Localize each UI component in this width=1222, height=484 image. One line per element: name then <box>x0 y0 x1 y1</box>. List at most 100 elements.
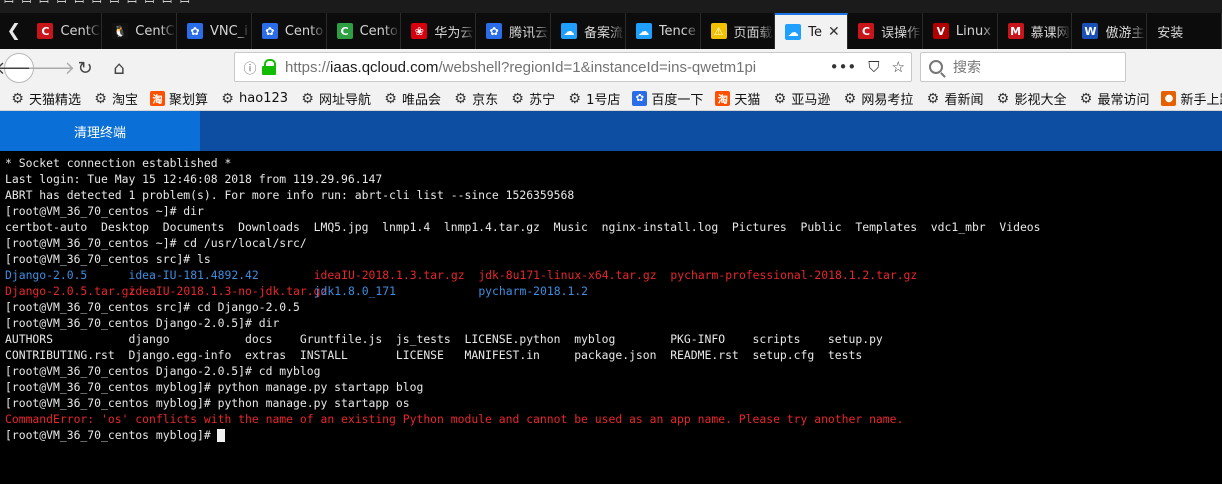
bookmark-item[interactable]: 淘聚划算 <box>150 89 208 108</box>
gear-icon: ⚙ <box>926 90 940 107</box>
bookmark-label: 天猫精选 <box>29 93 82 108</box>
page-actions-icon[interactable]: ••• <box>830 58 857 76</box>
terminal-text: certbot-auto Desktop Documents Downloads… <box>5 220 1041 234</box>
bookmark-item[interactable]: ⚙ 网易考拉 <box>842 89 914 109</box>
browser-tab[interactable]: C 误操作 <box>848 13 923 49</box>
firefox-icon: ● <box>1161 91 1177 106</box>
terminal-line: CONTRIBUTING.rst Django.egg-info extras … <box>5 347 1222 363</box>
tab-title: 页面载 <box>733 25 773 41</box>
terminal-text: ideaIU-2018.1.3-no-jdk.tar.gz <box>128 284 328 298</box>
bookmark-item[interactable]: ✿ 百度一下 <box>632 89 703 108</box>
gear-icon: ⚙ <box>996 90 1010 107</box>
terminal-line: [root@VM_36_70_centos src]# ls <box>5 251 1222 267</box>
bookmark-item[interactable]: ⚙ 京东 <box>453 89 499 109</box>
bookmark-item[interactable]: ⚙ hao123 <box>220 90 288 107</box>
terminal-text: Django-2.0.5 <box>5 268 88 282</box>
bookmark-item[interactable]: ⚙ 天猫精选 <box>10 89 82 109</box>
browser-tab[interactable]: ✿ VNC_i <box>177 13 252 49</box>
bookmark-label: 最常访问 <box>1097 93 1150 108</box>
bookmark-item[interactable]: ⚙ 最常访问 <box>1078 89 1150 109</box>
tab-title: 慕课网 <box>1030 25 1070 41</box>
browser-tab[interactable]: ❀ 华为云 <box>401 13 477 49</box>
terminal-text: CommandError: 'os' conflicts with the na… <box>5 412 904 426</box>
terminal-line: [root@VM_36_70_centos ~]# dir <box>5 203 1222 219</box>
browser-tab[interactable]: ✿ Cento <box>252 13 327 49</box>
browser-tab[interactable]: C CentC <box>27 13 103 49</box>
bookmark-item[interactable]: ●新手上路 <box>1161 89 1222 108</box>
bookmark-item[interactable]: ⚙ 1号店 <box>567 89 620 109</box>
baidu-paw-icon: ✿ <box>261 23 278 39</box>
tab-title: Cento <box>359 23 398 39</box>
browser-tab[interactable]: ☁ 备案流 <box>551 13 626 49</box>
browser-tab[interactable]: ☁ Te ✕ <box>775 13 849 49</box>
terminal-text: [root@VM_36_70_centos ~]# dir <box>5 204 204 218</box>
browser-tab[interactable]: V Linux <box>923 13 998 49</box>
browser-tab[interactable]: ⚠ 页面载 <box>701 13 776 49</box>
address-bar[interactable]: ⓘ https://iaas.qcloud.com/webshell?regio… <box>234 52 912 82</box>
webshell-header: 清理终端 <box>0 111 1222 151</box>
taobao-icon: 淘 <box>150 91 166 106</box>
tab-title: 误操作 <box>881 25 921 41</box>
bookmark-item[interactable]: ⚙ 网址导航 <box>300 89 371 109</box>
terminal-line: certbot-auto Desktop Documents Downloads… <box>5 219 1222 235</box>
clear-terminal-button[interactable]: 清理终端 <box>0 111 200 151</box>
terminal-line: * Socket connection established * <box>5 155 1222 171</box>
bookmark-item[interactable]: ⚙ 影视大全 <box>995 89 1067 109</box>
browser-tab[interactable]: ✿ 腾讯云 <box>476 13 551 49</box>
csdn-icon: C <box>858 23 875 39</box>
tab-strip: ❮ C CentC 🐧 CentC ✿ VNC_i ✿ Cento C Cento ❀ 华为云 ✿ 腾讯云… <box>0 13 1222 49</box>
bookmark-item[interactable]: ⚙ 苏宁 <box>510 89 555 109</box>
address-url: https://iaas.qcloud.com/webshell?regionI… <box>285 58 757 76</box>
browser-tab[interactable]: 🐧 CentC <box>102 13 178 49</box>
terminal-text: [root@VM_36_70_centos src]# ls <box>5 252 211 266</box>
bookmark-item[interactable]: ⚙ 看新闻 <box>925 89 984 109</box>
gear-icon: ⚙ <box>773 90 787 107</box>
browser-tab[interactable]: ☁ Tence <box>626 13 701 49</box>
terminal-line: Last login: Tue May 15 12:46:08 2018 fro… <box>5 171 1222 187</box>
window-title-strip: ꟷ ꟷ ꟷ ꟷ ꟷ ꟷ ꟷ ꟷ ꟷ ꟷ ꟷ <box>0 0 1222 13</box>
secure-lock-icon[interactable] <box>261 59 277 75</box>
gear-icon: ⚙ <box>221 90 234 107</box>
home-button[interactable]: ⌂ <box>102 51 136 85</box>
tab-title: CentC <box>135 23 175 39</box>
bookmark-item[interactable]: 淘天猫 <box>715 89 760 108</box>
huawei-icon: ❀ <box>411 23 428 39</box>
terminal-line: ABRT has detected 1 problem(s). For more… <box>5 187 1222 203</box>
search-placeholder: 搜索 <box>953 60 981 76</box>
gear-icon: ⚙ <box>568 90 581 107</box>
tab-title: CentC <box>60 23 100 39</box>
bookmark-label: 京东 <box>472 93 499 108</box>
browser-tab[interactable]: 安装 <box>1147 13 1222 49</box>
bookmark-item[interactable]: ⚙ 亚马逊 <box>772 89 831 109</box>
reload-button[interactable]: ↻ <box>68 51 102 85</box>
vps-icon: V <box>932 23 949 39</box>
browser-tab[interactable]: M 慕课网 <box>998 13 1073 49</box>
bookmark-star-icon[interactable]: ☆ <box>892 58 905 76</box>
pocket-icon[interactable]: ⛉ <box>868 58 879 76</box>
page-info-icon[interactable]: ⓘ <box>239 58 261 77</box>
tab-title: Linux <box>955 23 991 39</box>
tab-title: 傲游主 <box>1105 25 1145 41</box>
gear-icon: ⚙ <box>843 90 857 107</box>
bookmark-label: 亚马逊 <box>791 93 831 108</box>
bookmark-label: 看新闻 <box>944 93 984 108</box>
gear-icon: ⚙ <box>384 90 397 107</box>
terminal-text: * Socket connection established * <box>5 156 232 170</box>
terminal-text: idea-IU-181.4892.42 <box>128 268 259 282</box>
search-input[interactable]: 搜索 <box>920 52 1126 82</box>
forward-button[interactable]: 🡒 <box>27 51 75 85</box>
browser-tab[interactable]: C Cento <box>327 13 402 49</box>
gear-icon: ⚙ <box>301 90 314 107</box>
terminal-output[interactable]: * Socket connection established * Last lo… <box>0 151 1222 484</box>
tab-scroll-left-icon[interactable]: ❮ <box>0 13 27 49</box>
terminal-cursor <box>216 429 225 442</box>
browser-tab[interactable]: W 傲游主 <box>1072 13 1148 49</box>
baidu-paw-icon: ✿ <box>632 91 648 106</box>
tab-title: Cento <box>284 23 324 39</box>
bookmark-item[interactable]: ⚙ 淘宝 <box>93 89 138 109</box>
gear-icon: ⚙ <box>94 90 107 107</box>
terminal-line: [root@VM_36_70_centos myblog]# <box>5 427 1222 443</box>
close-tab-icon[interactable]: ✕ <box>828 24 840 40</box>
bookmark-item[interactable]: ⚙ 唯品会 <box>383 89 441 109</box>
terminal-text: CONTRIBUTING.rst Django.egg-info extras … <box>5 348 863 362</box>
